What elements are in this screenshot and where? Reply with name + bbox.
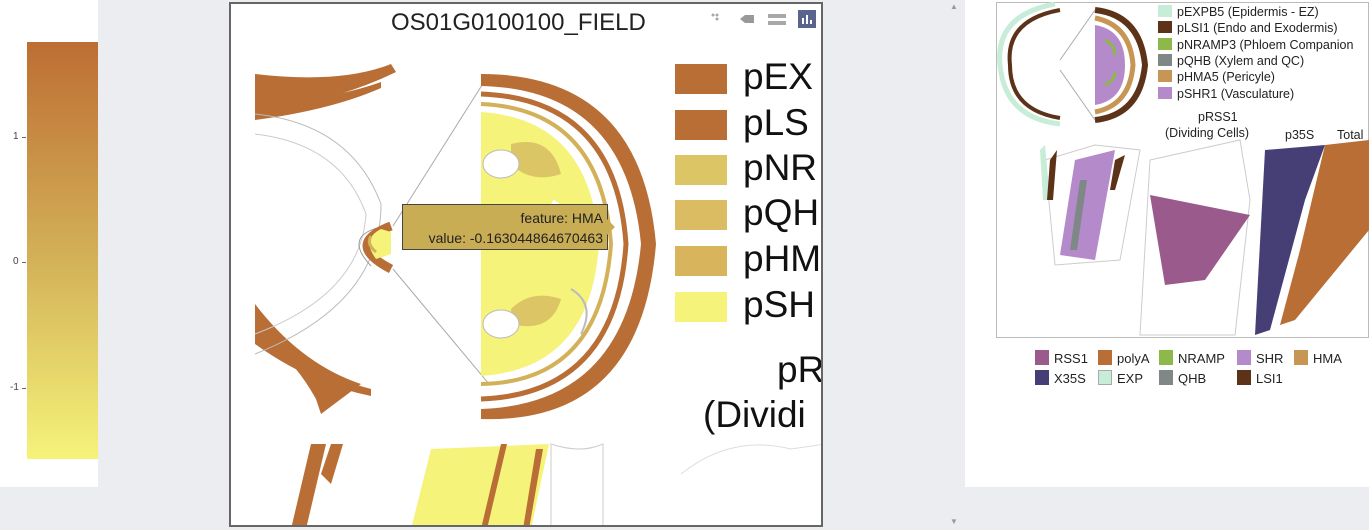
legend-label: EXP [1117, 371, 1144, 386]
reference-legend-item: pEXPB5 (Epidermis - EZ) [1158, 5, 1319, 19]
hover-tooltip: feature: HMA value: -0.163044864670463 [402, 204, 615, 250]
legend-swatch [1294, 350, 1308, 365]
tooltip-feature: feature: HMA [520, 210, 603, 226]
tooltip-value: value: -0.163044864670463 [428, 230, 603, 246]
bottom-legend-item: EXP [1098, 370, 1143, 386]
zoom-line [392, 268, 490, 385]
legend-swatch [675, 110, 727, 140]
legend-label: pQH [743, 192, 820, 233]
label-total: Total [1337, 128, 1364, 142]
legend-swatch [1237, 350, 1251, 365]
colorbar-tick-mark [22, 137, 26, 138]
legend-swatch [675, 292, 727, 322]
colorbar [27, 42, 98, 459]
label-dividing-cells: (Dividing Cells) [1165, 126, 1250, 140]
legend-swatch [1098, 350, 1112, 365]
select-icon[interactable] [737, 10, 757, 28]
legend-swatch [1035, 350, 1049, 365]
legend-label: pNRAMP3 (Phloem Companion [1177, 38, 1354, 52]
colorbar-tick-mark [22, 388, 26, 389]
legend-swatch [1159, 370, 1173, 385]
bottom-legend-item: SHR [1237, 350, 1283, 366]
legend-label: pSH [743, 284, 815, 325]
scroll-down-arrow[interactable]: ▼ [950, 517, 958, 526]
reference-legend-item: pSHR1 (Vasculature) [1158, 87, 1294, 101]
reference-legend-item: pLSI1 (Endo and Exodermis) [1158, 21, 1338, 35]
legend-swatch [675, 64, 727, 94]
legend-label: NRAMP [1178, 351, 1225, 366]
label-prss1: pRSS1 [1198, 110, 1238, 124]
legend-label: pEX [743, 56, 813, 97]
root-anatomy-plot[interactable] [231, 4, 823, 527]
plot-toolbar [707, 10, 817, 28]
legend-label: LSI1 [1256, 371, 1283, 386]
reference-legend-item: pNRAMP3 (Phloem Companion [1158, 38, 1353, 52]
legend-label: pSHR1 (Vasculature) [1177, 87, 1295, 101]
bottom-legend-item: QHB [1159, 370, 1206, 386]
legend-label: pLS [743, 102, 809, 143]
bar-chart-icon[interactable] [797, 10, 817, 28]
legend-label: SHR [1256, 351, 1284, 366]
legend-label: pHMA5 (Pericyle) [1177, 70, 1275, 84]
legend-swatch [1158, 54, 1172, 66]
legend-swatch [1158, 5, 1172, 17]
legend-label: pQHB (Xylem and QC) [1177, 54, 1305, 68]
legend-label: QHB [1178, 371, 1207, 386]
legend-swatch [1158, 38, 1172, 50]
plot-title: OS01G0100100_FIELD [391, 9, 646, 36]
legend-label: HMA [1313, 351, 1342, 366]
pan-icon[interactable] [707, 10, 727, 28]
legend-swatch [675, 246, 727, 276]
legend-label: polyA [1117, 351, 1150, 366]
colorbar-tick-label: -1 [10, 382, 19, 393]
legend-swatch [675, 200, 727, 230]
pr-label: pR [777, 349, 823, 390]
bottom-legend-item: polyA [1098, 350, 1150, 366]
bottom-legend-item: X35S [1035, 370, 1086, 386]
legend-swatch [1035, 370, 1049, 385]
legend-label: pNR [743, 147, 818, 188]
bottom-legend-item: HMA [1294, 350, 1342, 366]
reference-legend-item: pHMA5 (Pericyle) [1158, 70, 1275, 84]
legend-swatch [1098, 370, 1112, 385]
colorbar-tick-label: 1 [13, 131, 19, 142]
compare-icon[interactable] [767, 10, 787, 28]
colorbar-panel: 1 0 -1 [0, 0, 98, 487]
bottom-legend-item: RSS1 [1035, 350, 1088, 366]
legend-label: pEXPB5 (Epidermis - EZ) [1177, 5, 1319, 19]
longitudinal-section-preview [291, 443, 821, 525]
legend-label: X35S [1054, 371, 1086, 386]
reference-panel: pEXPB5 (Epidermis - EZ) pLSI1 (Endo and … [965, 0, 1369, 487]
label-p35s: p35S [1285, 128, 1315, 142]
legend-swatch [1159, 350, 1173, 365]
legend-label: pLSI1 (Endo and Exodermis) [1177, 21, 1338, 35]
scroll-up-arrow[interactable]: ▲ [950, 2, 958, 11]
colorbar-tick-label: 0 [13, 256, 19, 267]
legend-swatch [1158, 70, 1172, 82]
reference-legend-item: pQHB (Xylem and QC) [1158, 54, 1304, 68]
dividing-label: (Dividi [703, 394, 806, 435]
bottom-legend-item: NRAMP [1159, 350, 1225, 366]
colorbar-tick-mark [22, 262, 26, 263]
main-plot-panel[interactable]: OS01G0100100_FIELD pEX pLS pNR pQH pHM p… [229, 2, 823, 527]
legend-label: RSS1 [1054, 351, 1088, 366]
legend-swatch [1158, 87, 1172, 99]
bottom-legend-item: LSI1 [1237, 370, 1283, 386]
legend-swatch [1158, 21, 1172, 33]
legend-swatch [1237, 370, 1251, 385]
legend-label: pHM [743, 238, 822, 279]
legend-swatch [675, 155, 727, 185]
small-cross-section [254, 64, 396, 414]
